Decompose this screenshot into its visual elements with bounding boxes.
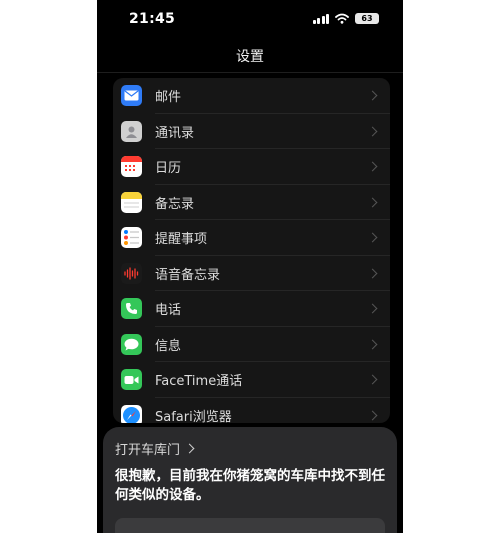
phone-screen: 21:45 63 设置 邮件 通讯录 日历 备忘录 提醒事项 语音备忘录 电话 …: [97, 0, 403, 533]
cellular-signal-icon: [312, 13, 329, 24]
calendar-icon: [121, 156, 142, 178]
settings-item-phone[interactable]: 电话: [113, 291, 390, 327]
siri-request[interactable]: 打开车库门: [115, 439, 195, 458]
settings-item-label: 信息: [155, 338, 182, 354]
settings-list: 邮件 通讯录 日历 备忘录 提醒事项 语音备忘录 电话 信息 FaceTime通…: [113, 78, 390, 423]
chevron-right-icon: [367, 232, 378, 243]
chevron-right-icon: [367, 374, 378, 385]
phone-icon: [121, 298, 142, 320]
chevron-right-icon: [367, 126, 378, 137]
chevron-right-icon: [367, 161, 378, 172]
settings-item-calendar[interactable]: 日历: [113, 149, 390, 185]
settings-item-label: 提醒事项: [155, 232, 208, 248]
wifi-icon: [335, 13, 349, 24]
chevron-right-icon: [367, 90, 378, 101]
chevron-right-icon: [367, 197, 378, 208]
chevron-right-icon: [367, 339, 378, 350]
settings-item-label: 邮件: [155, 90, 182, 106]
chevron-right-icon: [367, 268, 378, 279]
safari-icon: [121, 404, 142, 423]
settings-item-label: 日历: [155, 161, 182, 177]
nav-divider: [97, 72, 403, 73]
messages-icon: [121, 333, 142, 355]
siri-action-button[interactable]: [115, 518, 385, 533]
status-time: 21:45: [129, 11, 176, 27]
siri-response-text: 很抱歉，目前我在你猪笼窝的车库中找不到任何类似的设备。: [115, 468, 385, 503]
settings-item-label: 电话: [155, 303, 182, 319]
settings-item-facetime[interactable]: FaceTime通话: [113, 362, 390, 398]
chevron-right-icon: [184, 443, 195, 454]
settings-item-label: FaceTime通话: [155, 374, 243, 390]
settings-item-label: Safari浏览器: [155, 409, 232, 423]
status-icons: 63: [312, 13, 379, 24]
settings-item-messages[interactable]: 信息: [113, 327, 390, 362]
status-bar: 21:45 63: [97, 0, 403, 40]
page-title: 设置: [236, 49, 264, 65]
siri-request-text: 打开车库门: [115, 443, 181, 458]
reminders-icon: [121, 227, 142, 249]
contacts-icon: [121, 120, 142, 142]
settings-item-safari[interactable]: Safari浏览器: [113, 398, 390, 423]
settings-item-reminders[interactable]: 提醒事项: [113, 220, 390, 256]
siri-response-card: 打开车库门 很抱歉，目前我在你猪笼窝的车库中找不到任何类似的设备。: [103, 427, 397, 533]
settings-item-contacts[interactable]: 通讯录: [113, 114, 390, 149]
battery-level: 63: [361, 14, 373, 23]
settings-item-notes[interactable]: 备忘录: [113, 185, 390, 220]
settings-item-label: 备忘录: [155, 196, 195, 212]
settings-item-mail[interactable]: 邮件: [113, 78, 390, 114]
chevron-right-icon: [367, 410, 378, 421]
notes-icon: [121, 191, 142, 213]
battery-icon: 63: [355, 13, 379, 24]
voice-memos-icon: [121, 262, 142, 284]
settings-item-voice-memos[interactable]: 语音备忘录: [113, 256, 390, 291]
settings-item-label: 语音备忘录: [155, 267, 221, 283]
mail-icon: [121, 85, 142, 107]
chevron-right-icon: [367, 303, 378, 314]
facetime-icon: [121, 369, 142, 391]
settings-item-label: 通讯录: [155, 125, 195, 141]
